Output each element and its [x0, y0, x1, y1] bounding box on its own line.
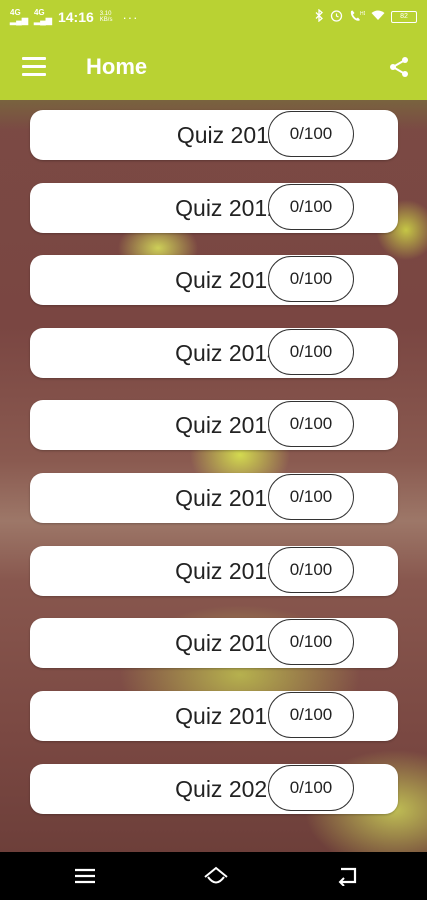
quiz-item-2015[interactable]: Quiz 2015 0/100: [30, 400, 398, 450]
score-badge: 0/100: [268, 401, 354, 447]
quiz-label: Quiz 2013: [175, 267, 280, 293]
quiz-label: Quiz 2011: [176, 122, 280, 148]
quiz-label: Quiz 2012: [175, 195, 280, 221]
score-badge: 0/100: [268, 474, 354, 520]
share-icon[interactable]: [387, 55, 411, 79]
quiz-label: Quiz 2020: [175, 776, 280, 802]
quiz-label: Quiz 2019: [175, 703, 280, 729]
network-speed: 3.10 KB/s: [100, 11, 113, 23]
wifi-icon: [371, 10, 385, 24]
battery-level: 82: [400, 13, 408, 20]
battery-icon: 82: [391, 11, 417, 23]
quiz-label: Quiz 2016: [175, 485, 280, 511]
status-bar: 4G ▂▄▆ 4G ▂▄▆ 14:16 3.10 KB/s ··· HD 82: [0, 0, 427, 34]
quiz-label: Quiz 2017: [175, 558, 280, 584]
score-badge: 0/100: [268, 547, 354, 593]
app-bar: Home: [0, 34, 427, 100]
bluetooth-icon: [315, 8, 324, 25]
signal-indicator-2: 4G ▂▄▆: [34, 9, 52, 25]
alarm-icon: [330, 9, 343, 25]
network-speed-unit: KB/s: [99, 17, 113, 23]
menu-icon[interactable]: [22, 57, 46, 77]
signal-indicator-1: 4G ▂▄▆: [10, 9, 28, 25]
quiz-item-2014[interactable]: Quiz 2014 0/100: [30, 328, 398, 378]
quiz-item-2017[interactable]: Quiz 2017 0/100: [30, 546, 398, 596]
status-right: HD 82: [315, 8, 417, 25]
nav-back-icon[interactable]: [318, 852, 378, 900]
more-notifications-icon: ···: [122, 9, 139, 25]
quiz-item-2012[interactable]: Quiz 2012 0/100: [30, 183, 398, 233]
quiz-label: Quiz 2014: [175, 340, 280, 366]
score-badge: 0/100: [268, 619, 354, 665]
nav-home-icon[interactable]: [184, 852, 244, 900]
system-nav-bar: [0, 852, 427, 900]
quiz-item-2020[interactable]: Quiz 2020 0/100: [30, 764, 398, 814]
signal-bars-1: ▂▄▆: [10, 16, 28, 25]
status-time: 14:16: [57, 9, 94, 25]
quiz-item-2013[interactable]: Quiz 2013 0/100: [30, 255, 398, 305]
quiz-list[interactable]: Quiz 2011 0/100 Quiz 2012 0/100 Quiz 201…: [0, 100, 427, 852]
quiz-item-2016[interactable]: Quiz 2016 0/100: [30, 473, 398, 523]
score-badge: 0/100: [268, 111, 354, 157]
score-badge: 0/100: [268, 329, 354, 375]
score-badge: 0/100: [268, 184, 354, 230]
score-badge: 0/100: [268, 692, 354, 738]
score-badge: 0/100: [268, 765, 354, 811]
score-badge: 0/100: [268, 256, 354, 302]
signal-bars-2: ▂▄▆: [33, 16, 52, 25]
status-left: 4G ▂▄▆ 4G ▂▄▆ 14:16 3.10 KB/s ···: [10, 9, 139, 26]
nav-menu-icon[interactable]: [55, 852, 115, 900]
quiz-item-2019[interactable]: Quiz 2019 0/100: [30, 691, 398, 741]
quiz-label: Quiz 2015: [175, 412, 280, 438]
quiz-label: Quiz 2018: [175, 630, 280, 656]
volte-icon: HD: [349, 9, 368, 25]
svg-text:HD: HD: [360, 11, 365, 17]
page-title: Home: [86, 54, 148, 79]
quiz-item-2018[interactable]: Quiz 2018 0/100: [30, 618, 398, 668]
quiz-item-2011[interactable]: Quiz 2011 0/100: [30, 110, 398, 160]
